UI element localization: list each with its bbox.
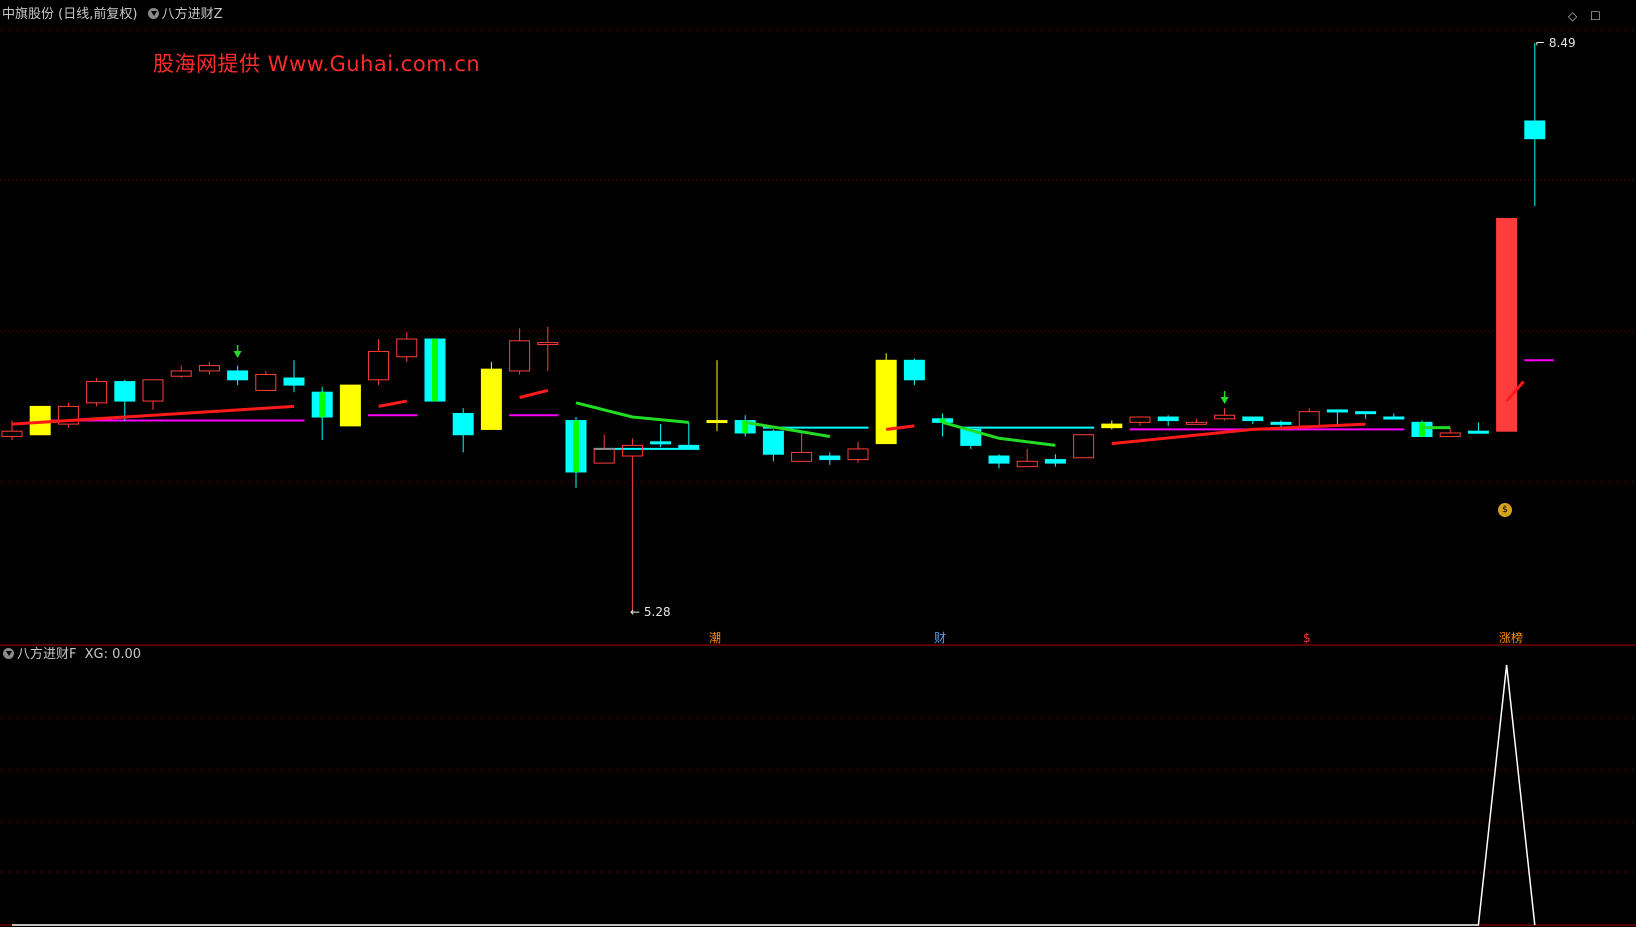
candle-body bbox=[339, 384, 361, 427]
high-price-value: 8.49 bbox=[1548, 36, 1576, 50]
main-indicator-name: 八方进财Z bbox=[161, 7, 223, 22]
candle-body bbox=[1355, 411, 1377, 415]
candle-body bbox=[114, 381, 136, 402]
candle-body bbox=[1326, 409, 1348, 413]
candle-body bbox=[847, 448, 869, 461]
candle-body bbox=[903, 359, 925, 381]
candle-body bbox=[1129, 416, 1151, 423]
dropdown-icon[interactable] bbox=[3, 648, 14, 659]
down-arrow-icon bbox=[1220, 397, 1229, 405]
close-icon[interactable]: ☐ bbox=[1590, 9, 1601, 23]
candle-body bbox=[170, 370, 192, 377]
signal-label-dollar: $ bbox=[1303, 631, 1311, 645]
xg-line bbox=[12, 664, 1536, 926]
candle-body bbox=[227, 370, 249, 381]
candle-body bbox=[368, 350, 390, 381]
sub-indicator-name: 八方进财F bbox=[17, 647, 77, 662]
candle-core bbox=[573, 420, 579, 472]
candle-core bbox=[1419, 422, 1425, 437]
low-price-label: ← 5.28 bbox=[630, 605, 671, 619]
signal-arrows bbox=[233, 344, 1229, 405]
candle-body bbox=[1242, 416, 1264, 422]
candle-body bbox=[1016, 460, 1038, 468]
candle-body bbox=[1270, 421, 1292, 425]
low-price-value: 5.28 bbox=[643, 605, 671, 619]
candle-body bbox=[678, 444, 700, 450]
candle-body bbox=[1439, 432, 1461, 438]
candle-body bbox=[706, 420, 728, 424]
candle-body bbox=[1157, 416, 1179, 422]
restore-icon[interactable]: ◇ bbox=[1568, 9, 1577, 23]
candle-body bbox=[509, 340, 531, 372]
candle-body bbox=[452, 412, 474, 436]
chart-header: 中旗股份 (日线,前复权) 八方进财Z bbox=[0, 0, 234, 30]
candle-body bbox=[1298, 411, 1320, 427]
grid-lines bbox=[0, 29, 1636, 926]
down-arrow-icon bbox=[233, 350, 242, 358]
candle-core bbox=[432, 339, 438, 402]
candle-body bbox=[537, 342, 559, 346]
candle-body bbox=[875, 359, 897, 445]
dropdown-icon[interactable] bbox=[147, 8, 159, 19]
candle-body bbox=[86, 381, 108, 404]
sub-indicator-value: XG: 0.00 bbox=[84, 647, 142, 662]
candles bbox=[1, 43, 1546, 612]
stock-title: 中旗股份 (日线,前复权) bbox=[2, 7, 138, 22]
signal-label-zhangbang: 涨榜 bbox=[1499, 631, 1524, 645]
candle-body bbox=[1, 430, 23, 438]
candle-body bbox=[255, 373, 277, 391]
candle-body bbox=[1073, 434, 1095, 459]
candle-body bbox=[198, 365, 220, 372]
high-price-label: ⌐ 8.49 bbox=[1535, 36, 1576, 50]
candle-body bbox=[142, 379, 164, 402]
candle-body bbox=[1383, 416, 1405, 420]
xg-indicator-line bbox=[12, 664, 1536, 926]
candle-body bbox=[1467, 430, 1489, 434]
ma-line bbox=[744, 420, 831, 438]
sub-panel-header: 八方进财F XG: 0.00 bbox=[0, 647, 141, 663]
candle-body bbox=[1044, 459, 1066, 464]
candle-body bbox=[621, 444, 643, 457]
ma-line bbox=[519, 388, 549, 399]
money-bag-icon: $ bbox=[1498, 503, 1512, 517]
ma-line bbox=[1111, 422, 1366, 446]
candle-body bbox=[762, 430, 784, 455]
signal-label-chao: 潮 bbox=[709, 631, 722, 645]
candle-body bbox=[1214, 414, 1236, 420]
watermark: 股海网提供 Www.Guhai.com.cn bbox=[153, 52, 481, 76]
candle-body bbox=[283, 377, 305, 386]
candle-body bbox=[480, 368, 502, 430]
candle-body bbox=[1524, 120, 1546, 140]
candle-body bbox=[593, 448, 615, 464]
candle-body bbox=[988, 455, 1010, 464]
candle-body bbox=[650, 441, 672, 445]
ma-line bbox=[378, 399, 408, 408]
candle-body bbox=[1101, 423, 1123, 429]
level-lines bbox=[29, 359, 1554, 450]
candle-body bbox=[1185, 421, 1207, 425]
signal-label-cai: 财 bbox=[934, 631, 947, 645]
candle-body bbox=[396, 338, 418, 358]
ma-line bbox=[942, 420, 1056, 447]
ma-line bbox=[575, 401, 689, 424]
candle-body bbox=[791, 451, 813, 462]
candle-body bbox=[819, 455, 841, 461]
candle-core bbox=[319, 392, 326, 418]
indicator-selector[interactable]: 八方进财Z bbox=[147, 7, 229, 22]
candlestick-chart[interactable] bbox=[0, 0, 1636, 927]
